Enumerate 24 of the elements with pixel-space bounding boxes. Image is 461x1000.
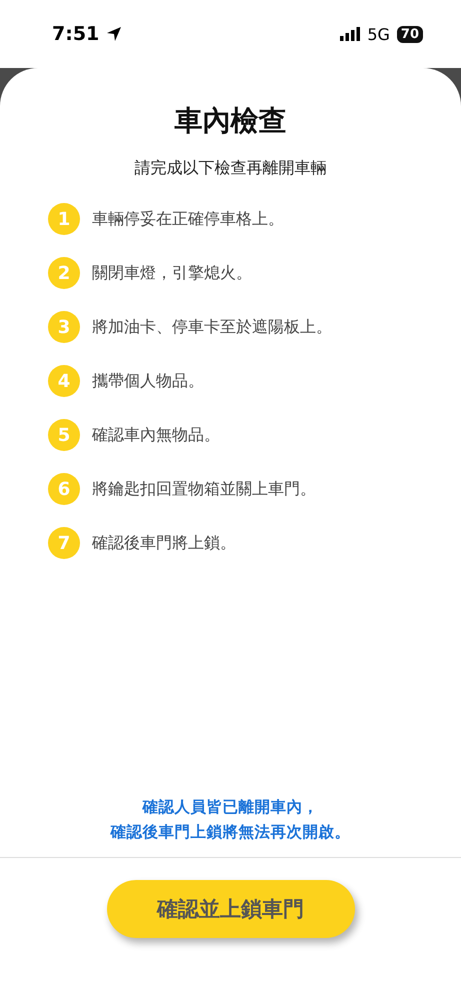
step-text: 車輛停妥在正確停車格上。: [92, 208, 284, 230]
confirm-lock-button[interactable]: 確認並上鎖車門: [106, 880, 354, 938]
step-text: 將加油卡、停車卡至於遮陽板上。: [92, 316, 332, 338]
step-text: 確認車內無物品。: [92, 424, 220, 446]
step-number: 3: [48, 311, 80, 343]
step-number: 1: [48, 203, 80, 235]
location-arrow-icon: [106, 26, 122, 42]
step-text: 關閉車燈，引擎熄火。: [92, 262, 252, 284]
step-text: 攜帶個人物品。: [92, 370, 204, 392]
signal-icon: [340, 27, 360, 41]
network-label: 5G: [367, 24, 390, 44]
step-number: 7: [48, 527, 80, 559]
step-number: 2: [48, 257, 80, 289]
step-text: 確認後車門將上鎖。: [92, 532, 236, 554]
step-number: 4: [48, 365, 80, 397]
page-title: 車內檢查: [174, 103, 286, 139]
notice-text: 確認人員皆已離開車內，: [141, 797, 320, 818]
step-text: 將鑰匙扣回置物箱並關上車門。: [92, 478, 316, 500]
step-number: 6: [48, 473, 80, 505]
status-time: 7:51: [52, 23, 100, 45]
page-subtitle: 請完成以下檢查再離開車輛: [134, 158, 326, 179]
battery-indicator: 70: [396, 26, 423, 42]
notice-text: 確認後車門上鎖將無法再次開啟。: [110, 822, 350, 843]
step-number: 5: [48, 419, 80, 451]
